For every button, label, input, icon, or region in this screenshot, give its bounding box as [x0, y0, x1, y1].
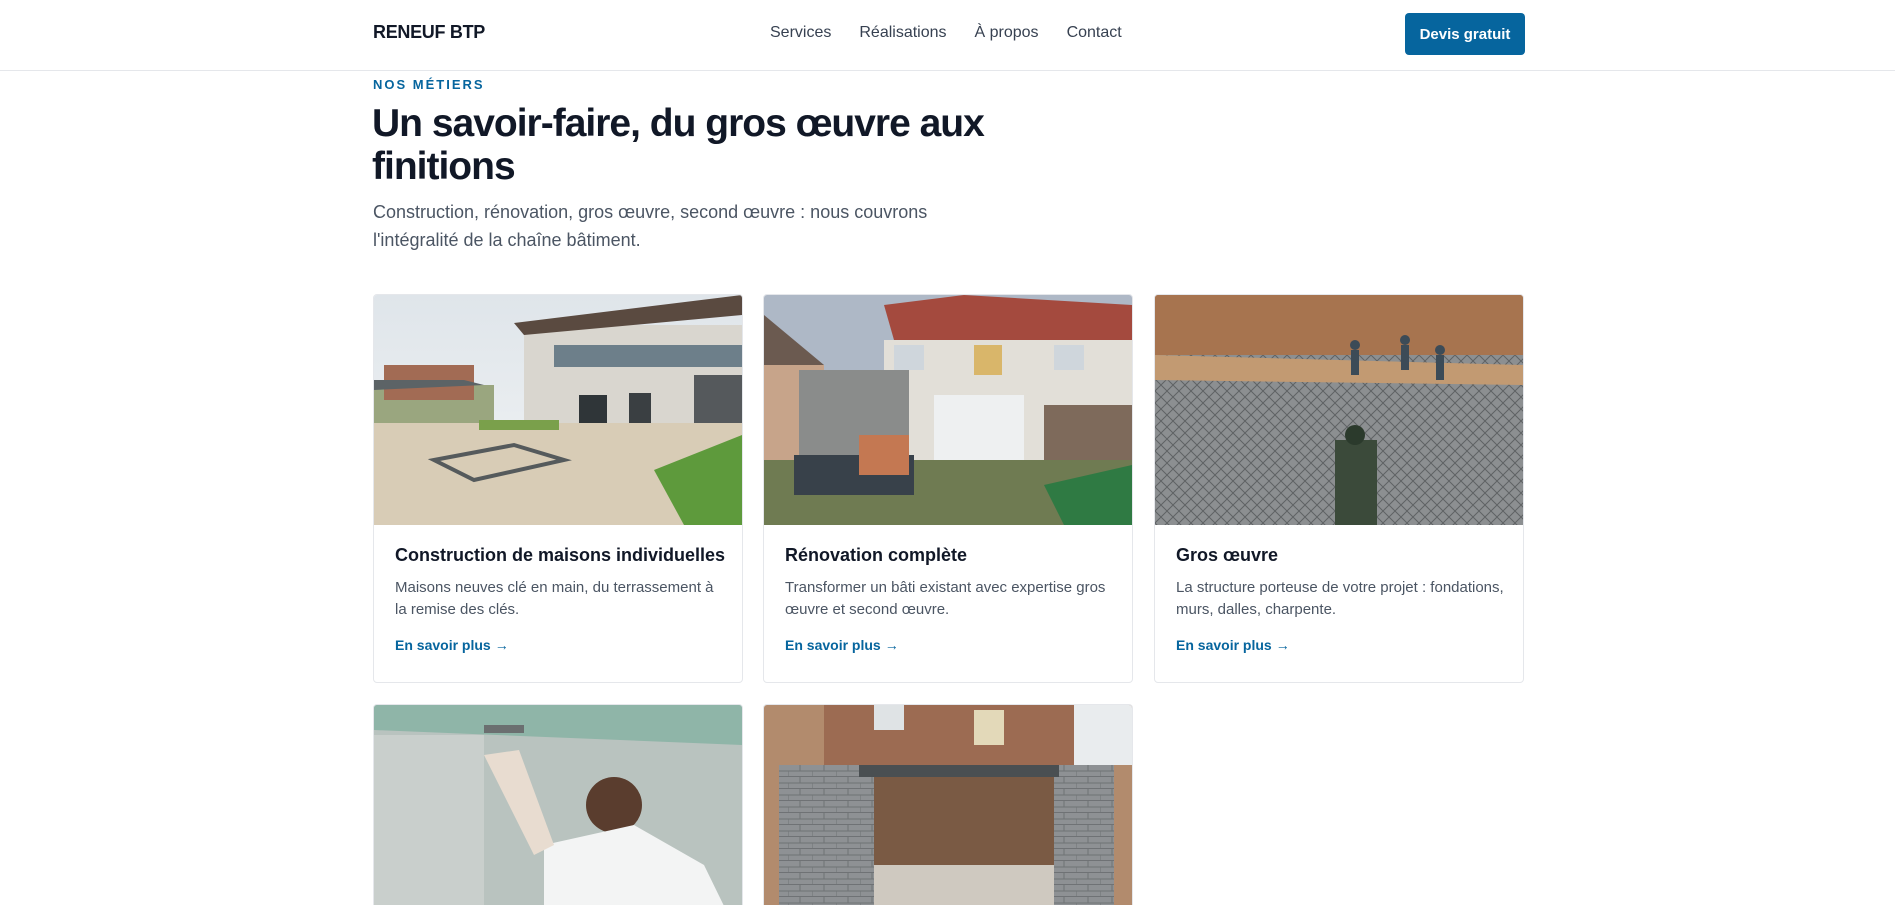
nav-link-contact[interactable]: Contact	[1067, 24, 1122, 42]
main-nav: Services Réalisations À propos Contact	[770, 24, 1122, 42]
card-title: Rénovation complète	[785, 545, 968, 565]
site-logo[interactable]: RENEUF BTP	[373, 22, 485, 43]
arrow-right-icon: →	[1275, 637, 1290, 653]
service-card-extension[interactable]	[763, 704, 1133, 905]
card-title: Construction de maisons individuelles	[395, 545, 726, 565]
foundation-rebar-image	[1155, 295, 1523, 525]
learn-more-label: En savoir plus	[785, 637, 881, 653]
section-eyebrow: NOS MÉTIERS	[373, 77, 485, 92]
card-title: Gros œuvre	[1176, 545, 1279, 565]
card-description: Maisons neuves clé en main, du terrassem…	[395, 579, 714, 618]
site-header: RENEUF BTP Services Réalisations À propo…	[0, 0, 1895, 71]
service-card-gros-oeuvre[interactable]: Gros œuvre La structure porteuse de votr…	[1154, 294, 1524, 683]
service-card-second-oeuvre[interactable]	[373, 704, 743, 905]
nav-link-a-propos[interactable]: À propos	[975, 24, 1039, 42]
section-lead: Construction, rénovation, gros œuvre, se…	[373, 202, 928, 250]
service-card-construction[interactable]: Construction de maisons individuelles Ma…	[373, 294, 743, 683]
drywall-worker-image	[374, 705, 742, 905]
house-extension-image	[764, 705, 1132, 905]
card-description: Transformer un bâti existant avec expert…	[785, 579, 1106, 618]
nav-link-realisations[interactable]: Réalisations	[859, 24, 946, 42]
learn-more-link[interactable]: En savoir plus →	[785, 637, 899, 653]
card-description: La structure porteuse de votre projet : …	[1176, 579, 1504, 618]
arrow-right-icon: →	[494, 637, 509, 653]
modern-house-image	[374, 295, 742, 525]
learn-more-link[interactable]: En savoir plus →	[1176, 637, 1290, 653]
section-title: Un savoir-faire, du gros œuvre aux finit…	[372, 102, 985, 188]
house-renovation-image	[764, 295, 1132, 525]
learn-more-label: En savoir plus	[395, 637, 491, 653]
nav-link-services[interactable]: Services	[770, 24, 831, 42]
service-card-renovation[interactable]: Rénovation complète Transformer un bâti …	[763, 294, 1133, 683]
learn-more-label: En savoir plus	[1176, 637, 1272, 653]
learn-more-link[interactable]: En savoir plus →	[395, 637, 509, 653]
free-quote-button[interactable]: Devis gratuit	[1405, 13, 1525, 55]
arrow-right-icon: →	[884, 637, 899, 653]
